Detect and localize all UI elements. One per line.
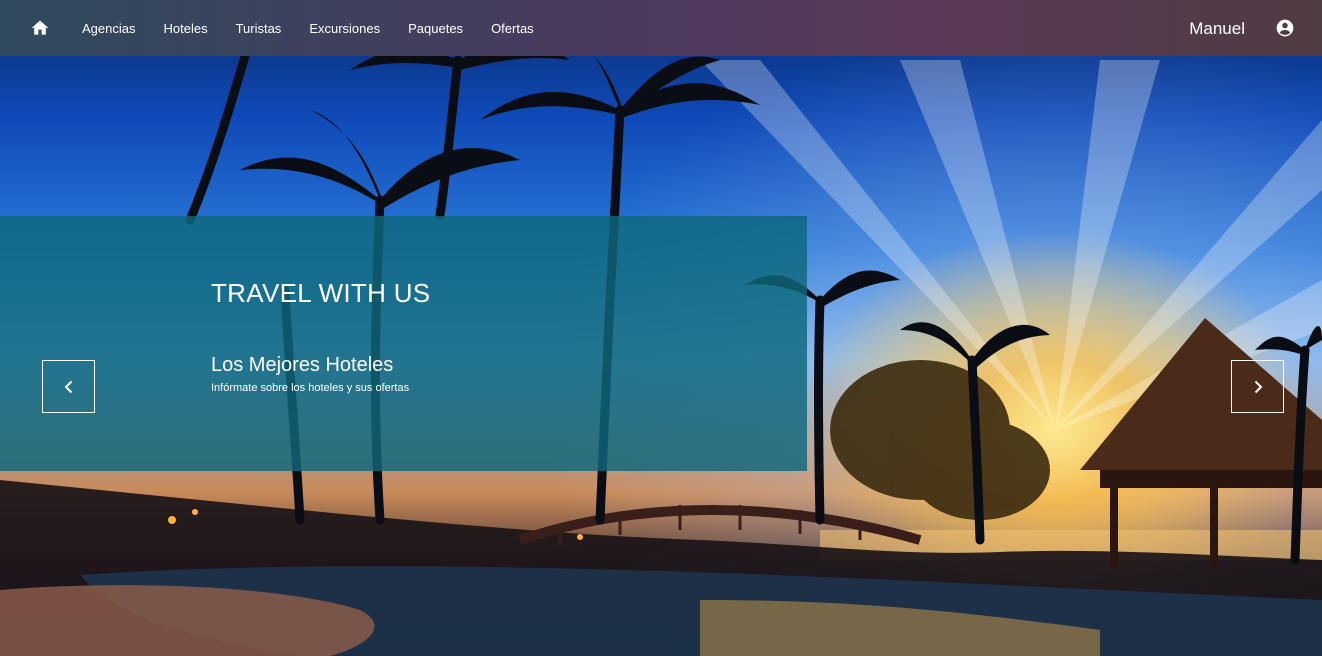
carousel-next-button[interactable] (1231, 360, 1284, 413)
nav-links: Agencias Hoteles Turistas Excursiones Pa… (82, 0, 562, 56)
home-icon[interactable] (30, 18, 50, 38)
landing-page: Agencias Hoteles Turistas Excursiones Pa… (0, 0, 1322, 656)
hero-heading: TRAVEL WITH US (211, 278, 431, 308)
nav-link-excursiones[interactable]: Excursiones (309, 21, 380, 36)
nav-link-agencias[interactable]: Agencias (82, 21, 135, 36)
nav-link-paquetes[interactable]: Paquetes (408, 21, 463, 36)
nav-link-turistas[interactable]: Turistas (236, 21, 282, 36)
carousel-prev-button[interactable] (42, 360, 95, 413)
slide-title: Los Mejores Hoteles (211, 354, 394, 376)
nav-link-hoteles[interactable]: Hoteles (163, 21, 207, 36)
account-circle-icon[interactable] (1275, 18, 1295, 38)
chevron-left-icon (64, 380, 72, 393)
nav-link-ofertas[interactable]: Ofertas (491, 21, 534, 36)
hero-caption-panel: TRAVEL WITH US Los Mejores Hoteles Infór… (0, 216, 807, 471)
chevron-right-icon (1254, 380, 1262, 393)
slide-subtitle: Infórmate sobre los hoteles y sus oferta… (211, 382, 410, 394)
top-navbar: Agencias Hoteles Turistas Excursiones Pa… (0, 0, 1322, 56)
user-name[interactable]: Manuel (1189, 19, 1245, 39)
